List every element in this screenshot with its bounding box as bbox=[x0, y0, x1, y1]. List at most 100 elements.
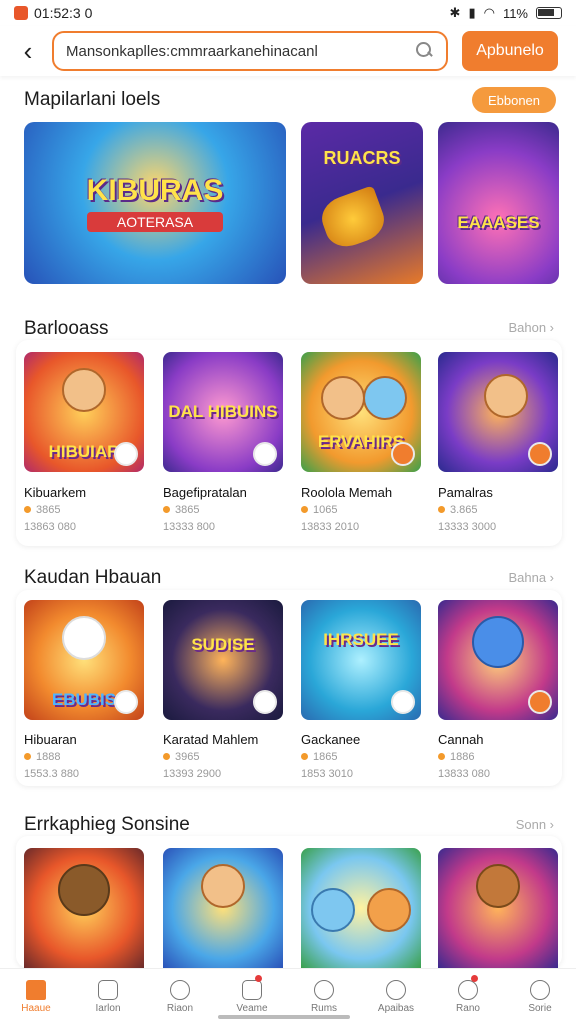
top-bar: ‹ Mansonkaplles:cmmraarkanehinacanl Apbu… bbox=[0, 26, 576, 76]
game-thumb[interactable]: IHRSUEE bbox=[301, 600, 421, 720]
game-badge-icon bbox=[114, 690, 138, 714]
game-badge-icon bbox=[114, 442, 138, 466]
game-name[interactable]: Karatad Mahlem bbox=[163, 732, 258, 747]
nav-item-home[interactable]: Haaue bbox=[0, 969, 72, 1024]
character-illustration bbox=[484, 374, 528, 418]
game-downloads: 13833 080 bbox=[438, 768, 490, 780]
game-badge-icon bbox=[253, 442, 277, 466]
nav-item-8[interactable]: Sorie bbox=[504, 969, 576, 1024]
banner-subtitle: AOTERASA bbox=[86, 212, 224, 232]
game-name[interactable]: Bagefipratalan bbox=[163, 485, 247, 500]
notification-badge bbox=[471, 975, 478, 982]
character-illustration bbox=[321, 376, 365, 420]
game-thumb[interactable]: SUDISE bbox=[163, 600, 283, 720]
inbox-icon bbox=[242, 979, 262, 1000]
nav-label: Iarlon bbox=[95, 1002, 121, 1014]
game-thumb[interactable]: DAL HIBUINS bbox=[163, 352, 283, 472]
banner-title: KIBURAS bbox=[86, 174, 224, 207]
game-downloads: 13333 3000 bbox=[438, 521, 497, 533]
bluetooth-icon: ✱ bbox=[449, 5, 461, 20]
search-query[interactable]: Mansonkaplles:cmmraarkanehinacanl bbox=[66, 43, 416, 60]
game-rating: 1865 bbox=[301, 751, 337, 763]
nav-item-7[interactable]: Rano bbox=[432, 969, 504, 1024]
home-indicator[interactable] bbox=[218, 1015, 350, 1019]
game-thumb[interactable]: HIBUIAR bbox=[24, 352, 144, 472]
profile-icon bbox=[530, 979, 550, 1000]
game-thumb[interactable] bbox=[438, 848, 558, 968]
section-more-link[interactable]: Bahon › bbox=[508, 320, 554, 335]
character-illustration bbox=[476, 864, 520, 908]
game-name[interactable]: Hibuaran bbox=[24, 732, 77, 747]
banner-title: EAAASES bbox=[457, 213, 540, 232]
game-thumb-title: SUDISE bbox=[191, 634, 255, 654]
game-name[interactable]: Gackanee bbox=[301, 732, 360, 747]
house-outline-icon bbox=[98, 979, 118, 1000]
featured-banner-3[interactable]: EAAASES bbox=[438, 122, 559, 284]
banner-title: RUACRS bbox=[323, 147, 401, 168]
game-rating: 3965 bbox=[163, 751, 199, 763]
nav-label: Rums bbox=[310, 1002, 338, 1014]
game-thumb[interactable] bbox=[301, 848, 421, 968]
nav-item-3[interactable]: Riaon bbox=[144, 969, 216, 1024]
character-illustration bbox=[58, 864, 110, 916]
game-downloads: 1853 3010 bbox=[301, 768, 353, 780]
game-name[interactable]: Roolola Memah bbox=[301, 485, 392, 500]
horn-illustration bbox=[316, 185, 390, 253]
featured-more-button[interactable]: Ebbonen bbox=[472, 87, 556, 113]
nav-label: Sorie bbox=[528, 1002, 552, 1014]
game-thumb-title: DAL HIBUINS bbox=[168, 401, 278, 421]
game-name[interactable]: Kibuarkem bbox=[24, 485, 86, 500]
nav-label: Apaibas bbox=[377, 1002, 415, 1014]
game-downloads: 13863 080 bbox=[24, 521, 76, 533]
game-badge-icon bbox=[253, 690, 277, 714]
search-input[interactable]: Mansonkaplles:cmmraarkanehinacanl bbox=[52, 31, 448, 71]
game-rating: 3.865 bbox=[438, 504, 478, 516]
character-illustration bbox=[62, 616, 106, 660]
section-more-link[interactable]: Sonn › bbox=[516, 817, 554, 832]
game-downloads: 13333 800 bbox=[163, 521, 215, 533]
person-icon bbox=[386, 979, 406, 1000]
nav-item-2[interactable]: Iarlon bbox=[72, 969, 144, 1024]
section-more-link[interactable]: Bahna › bbox=[508, 570, 554, 585]
game-name[interactable]: Cannah bbox=[438, 732, 484, 747]
signal-icon: ▮ bbox=[468, 5, 476, 20]
wifi-icon: ◠ bbox=[483, 5, 495, 20]
game-downloads: 1553.3 880 bbox=[24, 768, 80, 780]
status-time: 01:52:3 0 bbox=[34, 5, 93, 21]
game-rating: 1888 bbox=[24, 751, 60, 763]
game-thumb[interactable]: EBUBIS bbox=[24, 600, 144, 720]
status-bar: 01:52:3 0 ✱ ▮ ◠ 11% bbox=[0, 0, 576, 26]
back-arrow-icon[interactable]: ‹ bbox=[18, 38, 38, 64]
game-rating: 1065 bbox=[301, 504, 337, 516]
status-left: 01:52:3 0 bbox=[14, 5, 92, 21]
bell-circle-icon bbox=[458, 979, 478, 1000]
nav-label: Rano bbox=[456, 1002, 480, 1014]
game-thumb[interactable] bbox=[163, 848, 283, 968]
search-submit-button[interactable]: Apbunelo bbox=[462, 31, 558, 71]
game-rating: 1886 bbox=[438, 751, 474, 763]
search-icon[interactable] bbox=[416, 42, 434, 60]
game-thumb[interactable] bbox=[438, 352, 558, 472]
game-downloads: 13833 2010 bbox=[301, 521, 360, 533]
notification-badge bbox=[255, 975, 262, 982]
character-illustration bbox=[363, 376, 407, 420]
status-right: ✱ ▮ ◠ 11% bbox=[450, 5, 562, 21]
nav-label: Veame bbox=[236, 1002, 268, 1014]
game-badge-icon bbox=[391, 690, 415, 714]
game-thumb[interactable] bbox=[24, 848, 144, 968]
nav-item-6[interactable]: Apaibas bbox=[360, 969, 432, 1024]
character-illustration bbox=[367, 888, 411, 932]
chat-icon bbox=[528, 442, 552, 466]
game-name[interactable]: Pamalras bbox=[438, 485, 493, 500]
featured-banner-2[interactable]: RUACRS bbox=[301, 122, 423, 284]
chat-icon bbox=[528, 690, 552, 714]
character-illustration bbox=[201, 864, 245, 908]
app-notification-icon bbox=[14, 6, 28, 20]
featured-banner-1[interactable]: KIBURAS AOTERASA bbox=[24, 122, 286, 284]
game-rating: 3865 bbox=[163, 504, 199, 516]
character-illustration bbox=[472, 616, 524, 668]
nav-label: Haaue bbox=[21, 1002, 51, 1014]
game-thumb-title: EBUBIS bbox=[51, 689, 117, 709]
game-thumb[interactable]: ERVAHIRS bbox=[301, 352, 421, 472]
game-thumb[interactable] bbox=[438, 600, 558, 720]
